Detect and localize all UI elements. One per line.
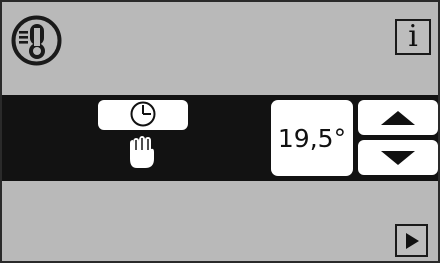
control-band: 19,5° — [2, 95, 438, 181]
setpoint-value: 19,5° — [277, 123, 347, 153]
decrease-button[interactable] — [358, 140, 438, 175]
setpoint-display: 19,5° — [271, 100, 353, 176]
next-button[interactable] — [395, 224, 428, 257]
arrow-up-icon — [381, 110, 415, 125]
timer-mode-button[interactable] — [98, 100, 188, 130]
thermometer-mode-icon — [11, 15, 62, 66]
info-label: i — [408, 19, 418, 54]
clock-icon — [130, 101, 156, 127]
play-icon — [405, 232, 419, 249]
info-button[interactable]: i — [395, 19, 431, 55]
bottom-area — [2, 181, 438, 261]
top-bar: i — [2, 2, 438, 95]
arrow-down-icon — [381, 150, 415, 165]
thermostat-screen: i 19,5° — [0, 0, 440, 263]
increase-button[interactable] — [358, 100, 438, 135]
hand-icon — [130, 136, 154, 168]
